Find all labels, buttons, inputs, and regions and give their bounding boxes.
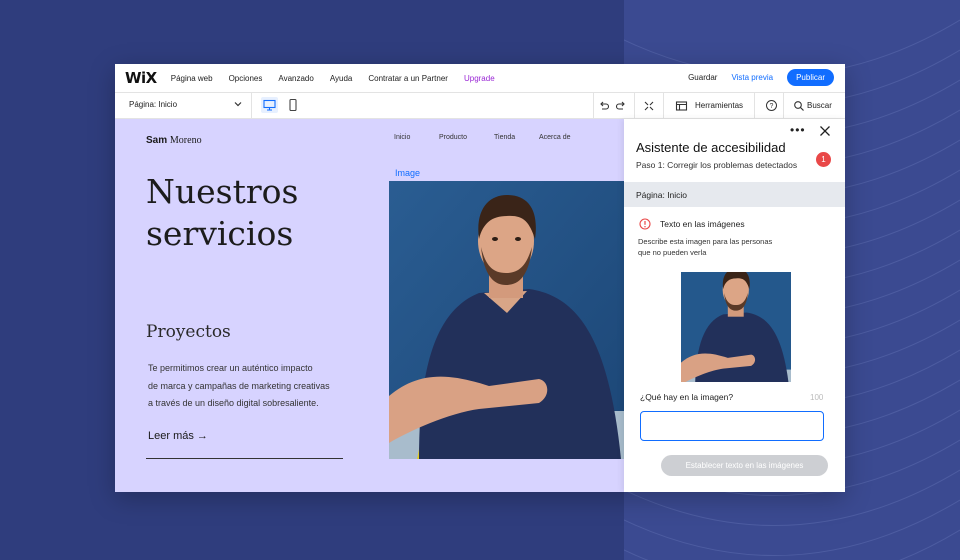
panel-title: Asistente de accesibilidad [636,140,786,155]
redo-icon[interactable] [615,99,627,117]
site-brand[interactable]: Sam Moreno [146,135,202,146]
divider [783,93,784,118]
panel-step: Paso 1: Corregir los problemas detectado… [636,160,798,170]
hero-line-2: servicios [146,214,294,253]
tools-button[interactable]: Herramientas [695,101,743,110]
hero-heading[interactable]: Nuestros servicios [146,171,298,255]
svg-text:?: ? [770,103,774,110]
menu-item-dev-mode[interactable]: Avanzado [278,74,313,83]
panel-page-label: Página: Inicio [636,190,688,200]
site-nav-product[interactable]: Producto [439,134,467,141]
close-icon[interactable] [819,124,831,142]
undo-icon[interactable] [598,99,610,117]
editor-window: WiX Página web Opciones Avanzado Ayuda C… [115,64,845,492]
body-line: de marca y campañas de marketing creativ… [148,380,330,391]
section-body-text[interactable]: Te permitimos crear un auténtico impacto… [148,360,368,413]
issue-description: Describe esta imagen para las personas q… [638,236,813,258]
site-nav-about[interactable]: Acerca de [539,134,571,141]
zoom-fit-icon[interactable] [643,99,655,117]
brand-first-name: Sam [146,135,168,146]
mobile-view-icon[interactable] [286,97,300,113]
portrait-photo[interactable] [389,181,624,459]
more-options-icon[interactable]: ••• [790,123,806,137]
issue-count-badge: 1 [816,152,831,167]
editor-toolbar: Página: Inicio Herramientas ? Buscar [115,93,845,119]
menu-item-hire-partner[interactable]: Contratar a un Partner [368,74,448,83]
image-thumbnail [681,272,791,382]
desktop-view-icon[interactable] [261,97,278,113]
accessibility-panel: ••• Asistente de accesibilidad Paso 1: C… [624,119,845,492]
divider [754,93,755,118]
site-nav-home[interactable]: Inicio [394,134,410,141]
menu-item-site[interactable]: Página web [171,74,213,83]
issue-desc-line: que no pueden verla [638,248,707,257]
brand-last-name: Moreno [169,135,202,146]
save-button[interactable]: Guardar [688,73,717,82]
tools-icon[interactable] [675,99,688,117]
set-alt-text-button[interactable]: Establecer texto en las imágenes [661,455,828,476]
panel-page-header: Página: Inicio [624,182,845,207]
character-counter: 100 [810,393,824,402]
wix-logo[interactable]: WiX [125,69,157,87]
read-more-underline [146,458,343,459]
image-element-tag: Image [395,168,421,178]
top-menu-bar: WiX Página web Opciones Avanzado Ayuda C… [115,64,845,93]
page-selector[interactable]: Página: Inicio [129,100,177,109]
read-more-link[interactable]: Leer más → [148,430,208,442]
issue-title: Texto en las imágenes [660,219,745,229]
upgrade-link[interactable]: Upgrade [464,74,495,83]
issue-desc-line: Describe esta imagen para las personas [638,237,773,246]
body-line: a través de un diseño digital sobresalie… [148,398,319,408]
warning-icon [639,217,651,235]
site-nav-store[interactable]: Tienda [494,134,515,141]
section-title[interactable]: Proyectos [146,322,231,342]
search-button[interactable]: Buscar [807,101,832,110]
preview-button[interactable]: Vista previa [731,73,773,82]
publish-button[interactable]: Publicar [787,69,834,86]
divider [634,93,635,118]
alt-text-input[interactable] [640,411,824,441]
menu-item-help[interactable]: Ayuda [330,74,353,83]
site-canvas[interactable]: Sam Moreno Inicio Producto Tienda Acerca… [115,119,624,492]
hero-line-1: Nuestros [146,172,299,211]
divider [251,93,252,118]
menu-item-settings[interactable]: Opciones [229,74,263,83]
search-icon[interactable] [793,99,805,117]
body-line: Te permitimos crear un auténtico impacto [148,363,313,373]
chevron-down-icon[interactable] [233,99,243,111]
top-actions: Guardar Vista previa Publicar [688,69,834,86]
divider [663,93,664,118]
help-icon[interactable]: ? [765,99,778,117]
alt-text-label: ¿Qué hay en la imagen? [640,392,734,402]
divider [593,93,594,118]
